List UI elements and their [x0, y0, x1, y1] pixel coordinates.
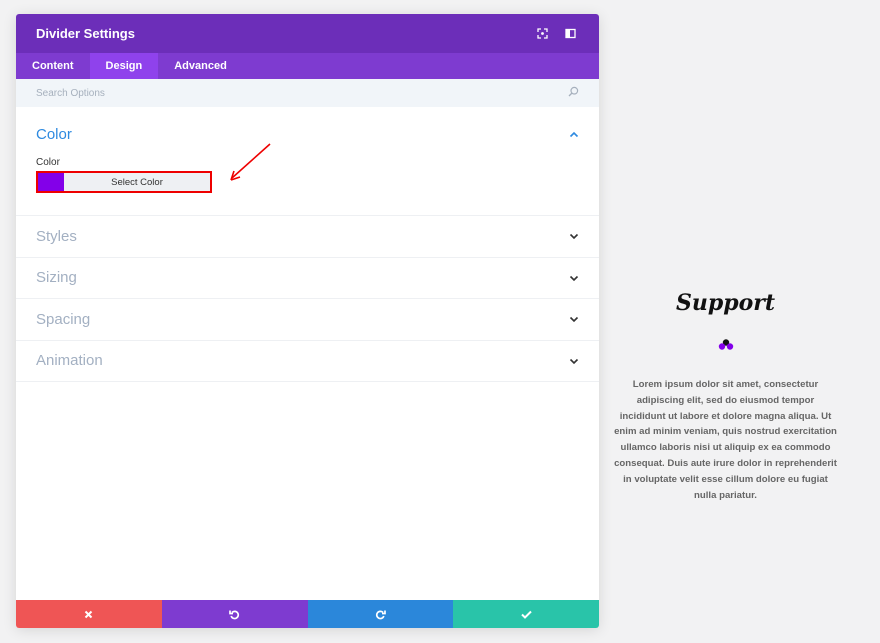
color-group-title: Color	[36, 125, 72, 143]
redo-button[interactable]	[307, 600, 454, 628]
color-picker[interactable]: Select Color	[36, 171, 212, 193]
sizing-group-title: Sizing	[36, 269, 77, 287]
tab-bar: Content Design Advanced	[16, 53, 599, 79]
styles-group-title: Styles	[36, 227, 77, 245]
tab-content[interactable]: Content	[16, 53, 90, 79]
search-icon[interactable]	[568, 84, 579, 102]
animation-group-title: Animation	[36, 352, 103, 370]
preview-support-module: Support Lorem ipsum dolor sit amet, cons…	[603, 290, 848, 503]
close-icon	[85, 610, 93, 618]
modal-title: Divider Settings	[36, 26, 135, 41]
chevron-up-icon[interactable]	[569, 125, 579, 143]
chevron-down-icon[interactable]	[569, 310, 579, 328]
redo-icon	[375, 610, 386, 619]
select-color-button[interactable]: Select Color	[64, 173, 210, 191]
save-button[interactable]	[453, 600, 599, 628]
styles-group[interactable]: Styles	[16, 216, 599, 258]
support-body-text: Lorem ipsum dolor sit amet, consectetur …	[614, 379, 837, 501]
animation-group[interactable]: Animation	[16, 341, 599, 382]
tab-design[interactable]: Design	[89, 53, 159, 79]
annotation-arrow-icon	[230, 143, 271, 181]
cancel-button[interactable]	[16, 600, 162, 628]
sidebar-toggle-icon[interactable]	[561, 25, 579, 43]
color-group: Color Color Select Color	[16, 107, 599, 216]
fullscreen-icon[interactable]	[533, 25, 551, 43]
search-bar	[16, 79, 599, 107]
modal-footer	[16, 600, 599, 628]
chevron-down-icon[interactable]	[569, 227, 579, 245]
color-swatch[interactable]	[38, 173, 64, 191]
chevron-down-icon[interactable]	[569, 352, 579, 370]
sizing-group[interactable]: Sizing	[16, 258, 599, 299]
spacing-group[interactable]: Spacing	[16, 299, 599, 341]
support-title: Support	[675, 290, 776, 316]
color-field-label: Color	[36, 157, 60, 168]
undo-icon	[229, 610, 240, 619]
chevron-down-icon[interactable]	[569, 269, 579, 287]
search-input[interactable]	[36, 87, 436, 99]
color-group-header[interactable]: Color	[36, 125, 579, 143]
spacing-group-title: Spacing	[36, 310, 91, 328]
modal-header: Divider Settings	[16, 14, 599, 53]
divider-settings-modal: Divider Settings Content Design Advanced…	[16, 14, 599, 628]
undo-button[interactable]	[161, 600, 308, 628]
tab-advanced[interactable]: Advanced	[158, 53, 243, 79]
divider-dots-icon	[718, 339, 733, 350]
check-icon	[520, 610, 532, 619]
